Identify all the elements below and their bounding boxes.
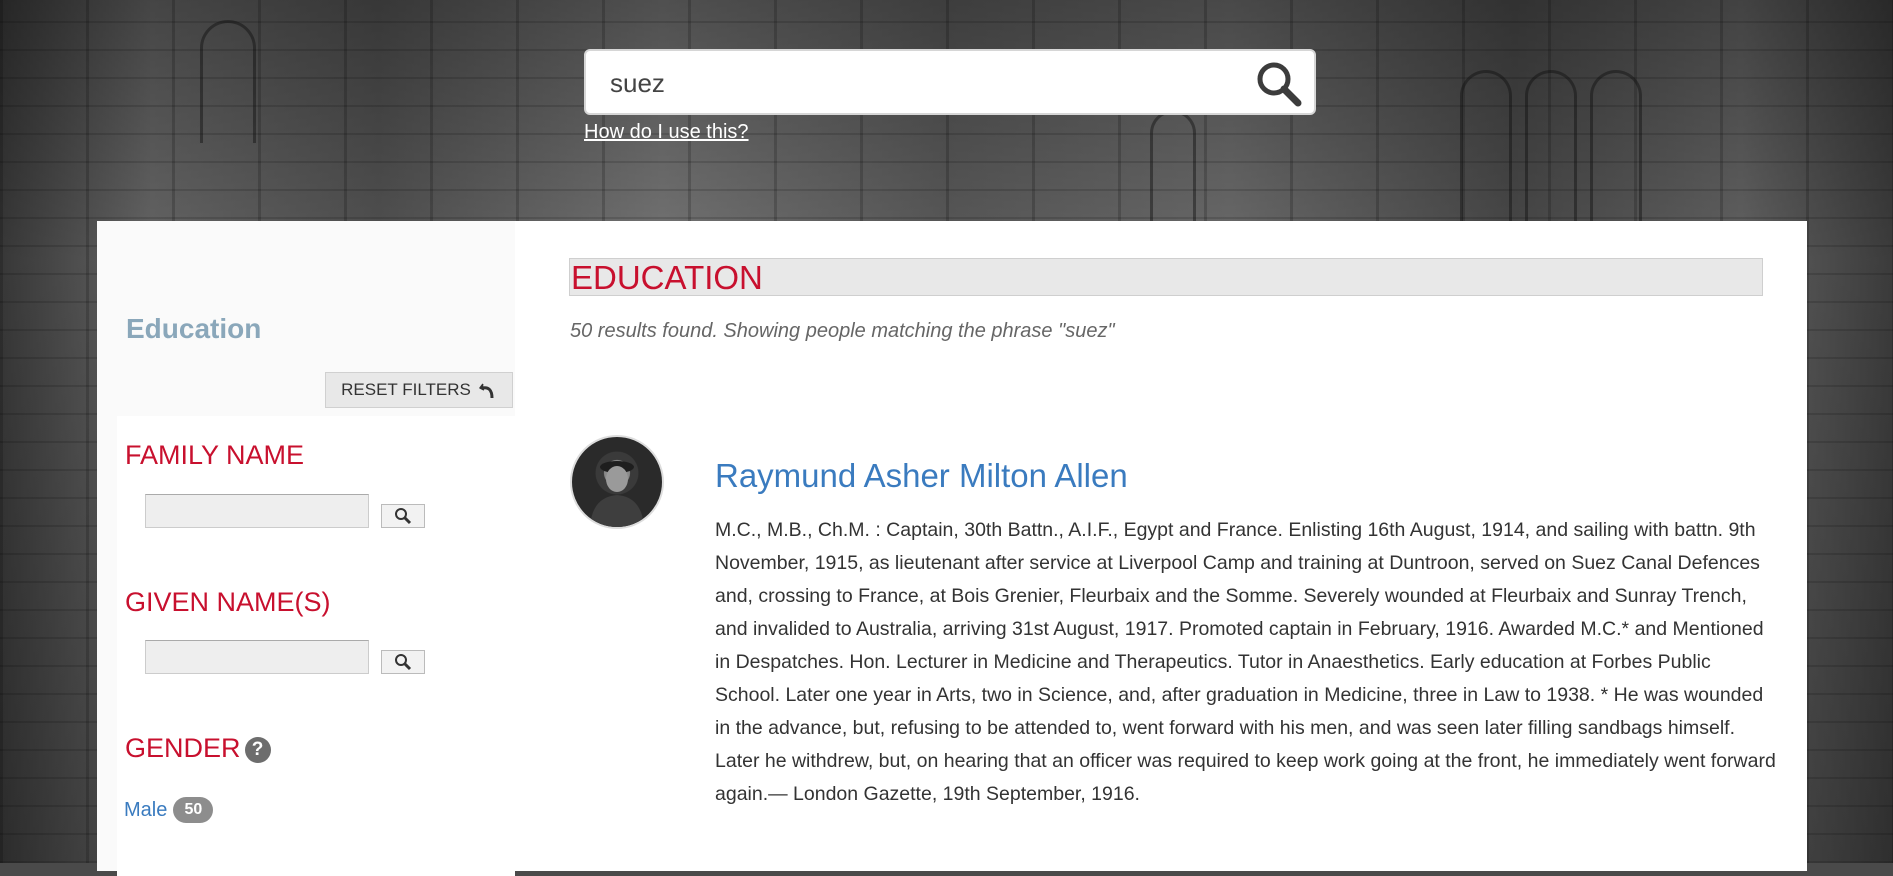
sidebar-title: Education bbox=[126, 313, 262, 344]
page-title: EDUCATION bbox=[569, 258, 1763, 296]
soldier-portrait-icon bbox=[590, 461, 644, 527]
family-name-search-button[interactable] bbox=[381, 504, 425, 528]
help-icon[interactable]: ? bbox=[244, 737, 271, 763]
person-bio: M.C., M.B., Ch.M. : Captain, 30th Battn.… bbox=[715, 519, 1776, 805]
given-names-input[interactable] bbox=[145, 640, 369, 674]
window-arch bbox=[1525, 70, 1577, 243]
family-name-heading: FAMILY NAME bbox=[125, 440, 305, 470]
search-input[interactable] bbox=[608, 65, 1232, 101]
window-arch bbox=[200, 20, 256, 143]
window-arch bbox=[1460, 70, 1512, 243]
family-name-input[interactable] bbox=[145, 494, 369, 528]
search-box bbox=[584, 49, 1316, 115]
given-names-heading: GIVEN NAME(S) bbox=[125, 587, 331, 617]
window-arch bbox=[1590, 70, 1642, 243]
search-icon bbox=[395, 654, 412, 671]
how-to-use-link[interactable]: How do I use this? bbox=[584, 121, 749, 144]
count-badge: 50 bbox=[173, 797, 214, 823]
main-panel: Education RESET FILTERS FAMILY NAME GIVE… bbox=[97, 221, 1807, 876]
reset-filters-button[interactable]: RESET FILTERS bbox=[325, 372, 513, 408]
person-avatar[interactable] bbox=[570, 435, 664, 529]
results-summary: 50 results found. Showing people matchin… bbox=[570, 320, 1115, 342]
undo-arrow-icon bbox=[479, 383, 494, 399]
search-icon bbox=[1257, 62, 1302, 107]
window-arch bbox=[1150, 110, 1196, 223]
gender-option-label[interactable]: Male bbox=[124, 799, 167, 822]
given-names-search-button[interactable] bbox=[381, 650, 425, 674]
gender-heading-label: GENDER bbox=[125, 733, 241, 763]
search-icon bbox=[395, 508, 412, 525]
search-button[interactable] bbox=[1254, 59, 1304, 107]
gender-heading: GENDER? bbox=[125, 733, 271, 764]
filter-sidebar: Education RESET FILTERS FAMILY NAME GIVE… bbox=[97, 221, 515, 876]
person-name-link[interactable]: Raymund Asher Milton Allen bbox=[715, 457, 1128, 495]
reset-filters-label: RESET FILTERS bbox=[341, 380, 471, 399]
gender-option-male[interactable]: Male 50 bbox=[124, 797, 214, 823]
